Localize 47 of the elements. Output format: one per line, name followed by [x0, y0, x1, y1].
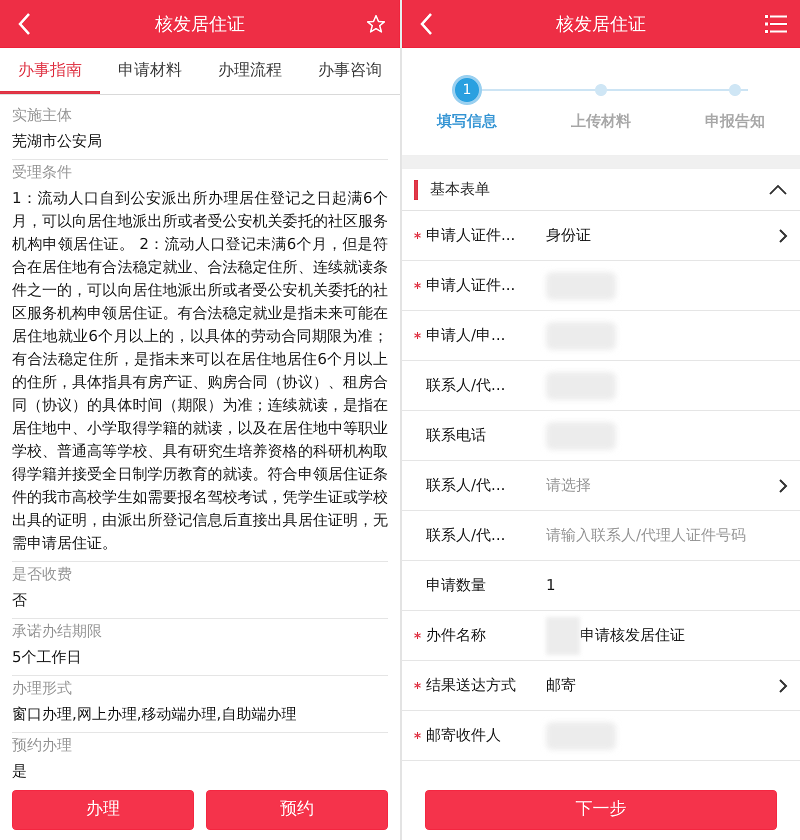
collapse-icon[interactable] [768, 182, 788, 196]
chevron-right-icon[interactable] [778, 228, 788, 244]
field-value: 5个工作日 [12, 643, 388, 676]
chevron-right-icon[interactable] [778, 678, 788, 694]
select-field[interactable]: 身份证 [546, 224, 778, 247]
page-title: 核发居住证 [556, 12, 646, 36]
menu-icon[interactable] [764, 12, 788, 36]
field-label: 邮寄收件人 [426, 725, 502, 746]
action-button[interactable]: 办理 [12, 790, 194, 830]
action-button[interactable]: 预约 [206, 790, 388, 830]
tab[interactable]: 办理流程 [200, 48, 300, 94]
page-title: 核发居住证 [155, 12, 245, 36]
field-value: 1 [546, 575, 556, 596]
field-label: 承诺办结期限 [12, 621, 103, 642]
field-label: 联系人/代... [426, 475, 506, 496]
step-label: 上传材料 [571, 111, 631, 132]
field-value: 否 [12, 586, 388, 619]
step-label: 填写信息 [437, 111, 497, 132]
field-label: 申请数量 [426, 575, 487, 596]
step-number: 1 [452, 75, 482, 105]
field-label: 实施主体 [12, 105, 73, 126]
field-label: 申请人证件... [426, 275, 516, 296]
field-label: 联系人/代... [426, 525, 506, 546]
field-label: 联系电话 [426, 425, 487, 446]
field-label: 办理形式 [12, 678, 73, 699]
section-marker [414, 180, 418, 200]
next-step-button[interactable]: 下一步 [425, 790, 777, 830]
field-value: 窗口办理,网上办理,移动端办理,自助端办理 [12, 700, 388, 733]
input-field[interactable]: 请输入联系人/代理人证件号码 [546, 524, 788, 547]
field-label: 结果送达方式 [426, 675, 517, 696]
field-label: 办件名称 [426, 625, 487, 646]
field-label: 是否收费 [12, 564, 73, 585]
field-value: 芜湖市公安局 [12, 127, 388, 160]
field-label: 受理条件 [12, 162, 73, 183]
field-label: 申请人证件... [426, 225, 516, 246]
select-field[interactable]: 邮寄 [546, 674, 778, 697]
section-title: 基本表单 [430, 179, 491, 200]
tab[interactable]: 办事咨询 [300, 48, 400, 94]
field-label: 申请人/申... [426, 325, 506, 346]
field-value: 1：流动人口自到公安派出所办理居住登记之日起满6个月，可以向居住地派出所或者受公安机关委托的社区服务机构申领居住证。 2：流动人口登记未满6个月，但是符合在居住地有合法稳定就业、合法稳定住所、连续就读条件之一的，可以向居住地派出所或者受公安机关委托的社区服务机构申领居住证。有合法稳定就业是指未来可能在居住地就业6个月以上的，以具体的劳动合同期限为准；有合法稳定住所，是指未来可以在居住地居住6个月以上的住所，具体指具有房产证、购房合同（协议）、租房合同（协议）的具体时间（期限）为准；连续就读，是指在居住地中、小学取得学籍的就读，以及在居住地中等职业学校、普通高等学校、具有研究生培养资格的科研机构取得学籍并接受全日制学历教育的就读。符合申领居住证条件的我市高校学生如需要报名驾校考试，凭学生证或学校出具的证明，由派出所登记信息后直接出具居住证明，无需申请居住证。 [12, 184, 388, 562]
field-label: 预约办理 [12, 735, 73, 756]
tab[interactable]: 办事指南 [0, 48, 100, 94]
chevron-right-icon[interactable] [778, 478, 788, 494]
step-label: 申报告知 [705, 111, 765, 132]
field-label: 联系人/代... [426, 375, 506, 396]
field-value: 申请核发居住证 [580, 625, 685, 646]
tab[interactable]: 申请材料 [100, 48, 200, 94]
